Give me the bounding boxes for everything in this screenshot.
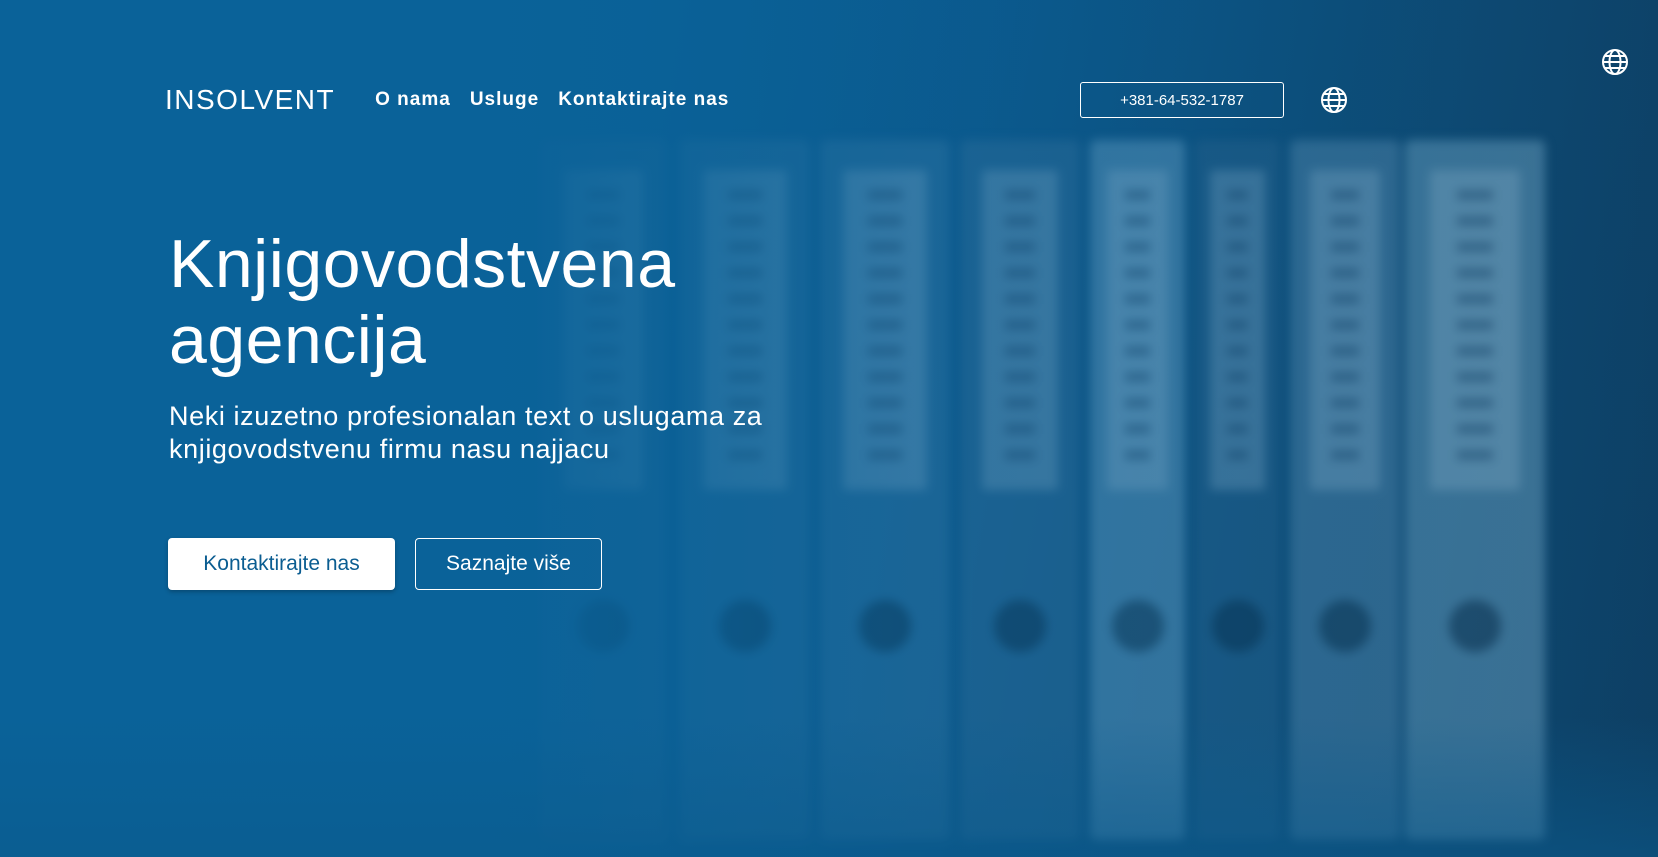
hero-section: INSOLVENT O nama Usluge Kontaktirajte na… bbox=[0, 0, 1658, 857]
globe-icon[interactable] bbox=[1601, 48, 1629, 76]
hero-subtitle: Neki izuzetno profesionalan text o uslug… bbox=[169, 401, 763, 464]
nav-item-o-nama[interactable]: O nama bbox=[375, 89, 451, 111]
background-bottom-fade bbox=[0, 717, 1658, 857]
nav-links: O nama Usluge Kontaktirajte nas bbox=[375, 89, 729, 111]
phone-button[interactable]: +381-64-532-1787 bbox=[1080, 82, 1284, 118]
hero-content: Knjigovodstvena agencija Neki izuzetno p… bbox=[169, 226, 889, 466]
nav-item-kontakt[interactable]: Kontaktirajte nas bbox=[558, 89, 729, 111]
learn-more-button[interactable]: Saznajte više bbox=[415, 538, 602, 590]
hero-buttons: Kontaktirajte nas Saznajte više bbox=[168, 538, 602, 590]
nav-right: +381-64-532-1787 bbox=[1080, 82, 1348, 118]
logo[interactable]: INSOLVENT bbox=[165, 84, 335, 116]
hero-title: Knjigovodstvena agencija bbox=[169, 226, 889, 378]
contact-button[interactable]: Kontaktirajte nas bbox=[168, 538, 395, 590]
nav-item-usluge[interactable]: Usluge bbox=[470, 89, 539, 111]
language-globe-icon[interactable] bbox=[1320, 86, 1348, 114]
hero-title-line1: Knjigovodstvena bbox=[169, 226, 676, 302]
navbar: INSOLVENT O nama Usluge Kontaktirajte na… bbox=[165, 80, 1348, 120]
hero-title-line2: agencija bbox=[169, 302, 427, 378]
